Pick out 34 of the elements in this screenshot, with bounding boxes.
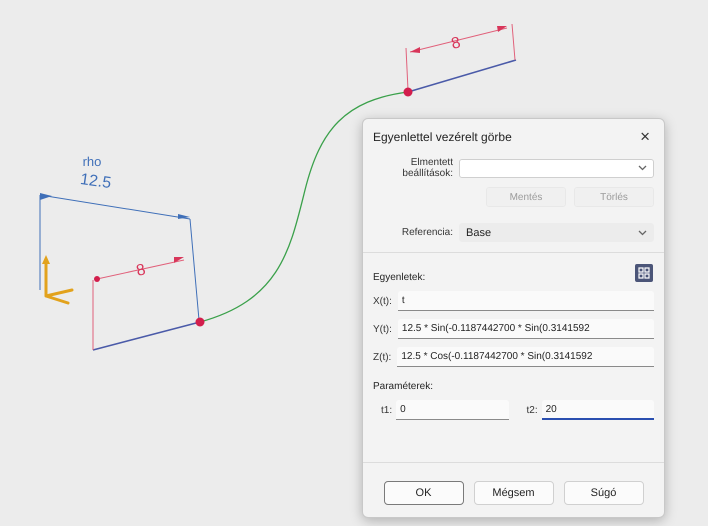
coordinate-axes-icon (42, 255, 74, 304)
dimension-label: rho (82, 154, 102, 169)
point-icon (196, 318, 204, 326)
dimension-label: 8 (450, 34, 462, 53)
extension-line (92, 280, 94, 350)
equation-field[interactable]: 12.5 * Cos(-0.1187442700 * Sin(0.3141592 (397, 347, 654, 367)
field-label: t1: (381, 404, 392, 416)
point-icon (404, 88, 412, 96)
dimension-label: 8 (134, 261, 148, 280)
parameter-field[interactable]: 0 (396, 400, 508, 420)
chevron-down-icon (638, 230, 647, 236)
section-label: Egyenletek: (373, 272, 426, 283)
help-button[interactable]: Súgó (564, 481, 644, 505)
field-label: Elmentett beállítások: (401, 157, 453, 179)
chevron-down-icon (638, 165, 647, 171)
ok-button[interactable]: OK (384, 481, 464, 505)
equation-field[interactable]: 12.5 * Sin(-0.1187442700 * Sin(0.3141592 (398, 319, 654, 339)
close-button[interactable]: × (636, 127, 654, 147)
point-icon (94, 276, 100, 282)
field-label: Referencia: (400, 227, 453, 238)
grid-icon[interactable] (634, 263, 654, 283)
reference-dropdown[interactable]: Base (459, 223, 654, 242)
dimension-label: 12.5 (79, 170, 112, 192)
parameter-field[interactable]: 20 (542, 400, 654, 420)
cancel-button[interactable]: Mégsem (474, 481, 554, 505)
field-label: Z(t): (373, 352, 392, 362)
equation-field[interactable]: t (398, 291, 654, 311)
field-label: t2: (526, 404, 538, 416)
section-label: Paraméterek: (373, 381, 434, 392)
extension-line (512, 24, 516, 60)
extension-line (406, 48, 408, 90)
field-label: X(t): (373, 296, 392, 306)
dialog-title: Egyenlettel vezérelt görbe (373, 130, 512, 144)
field-label: Y(t): (373, 324, 392, 334)
